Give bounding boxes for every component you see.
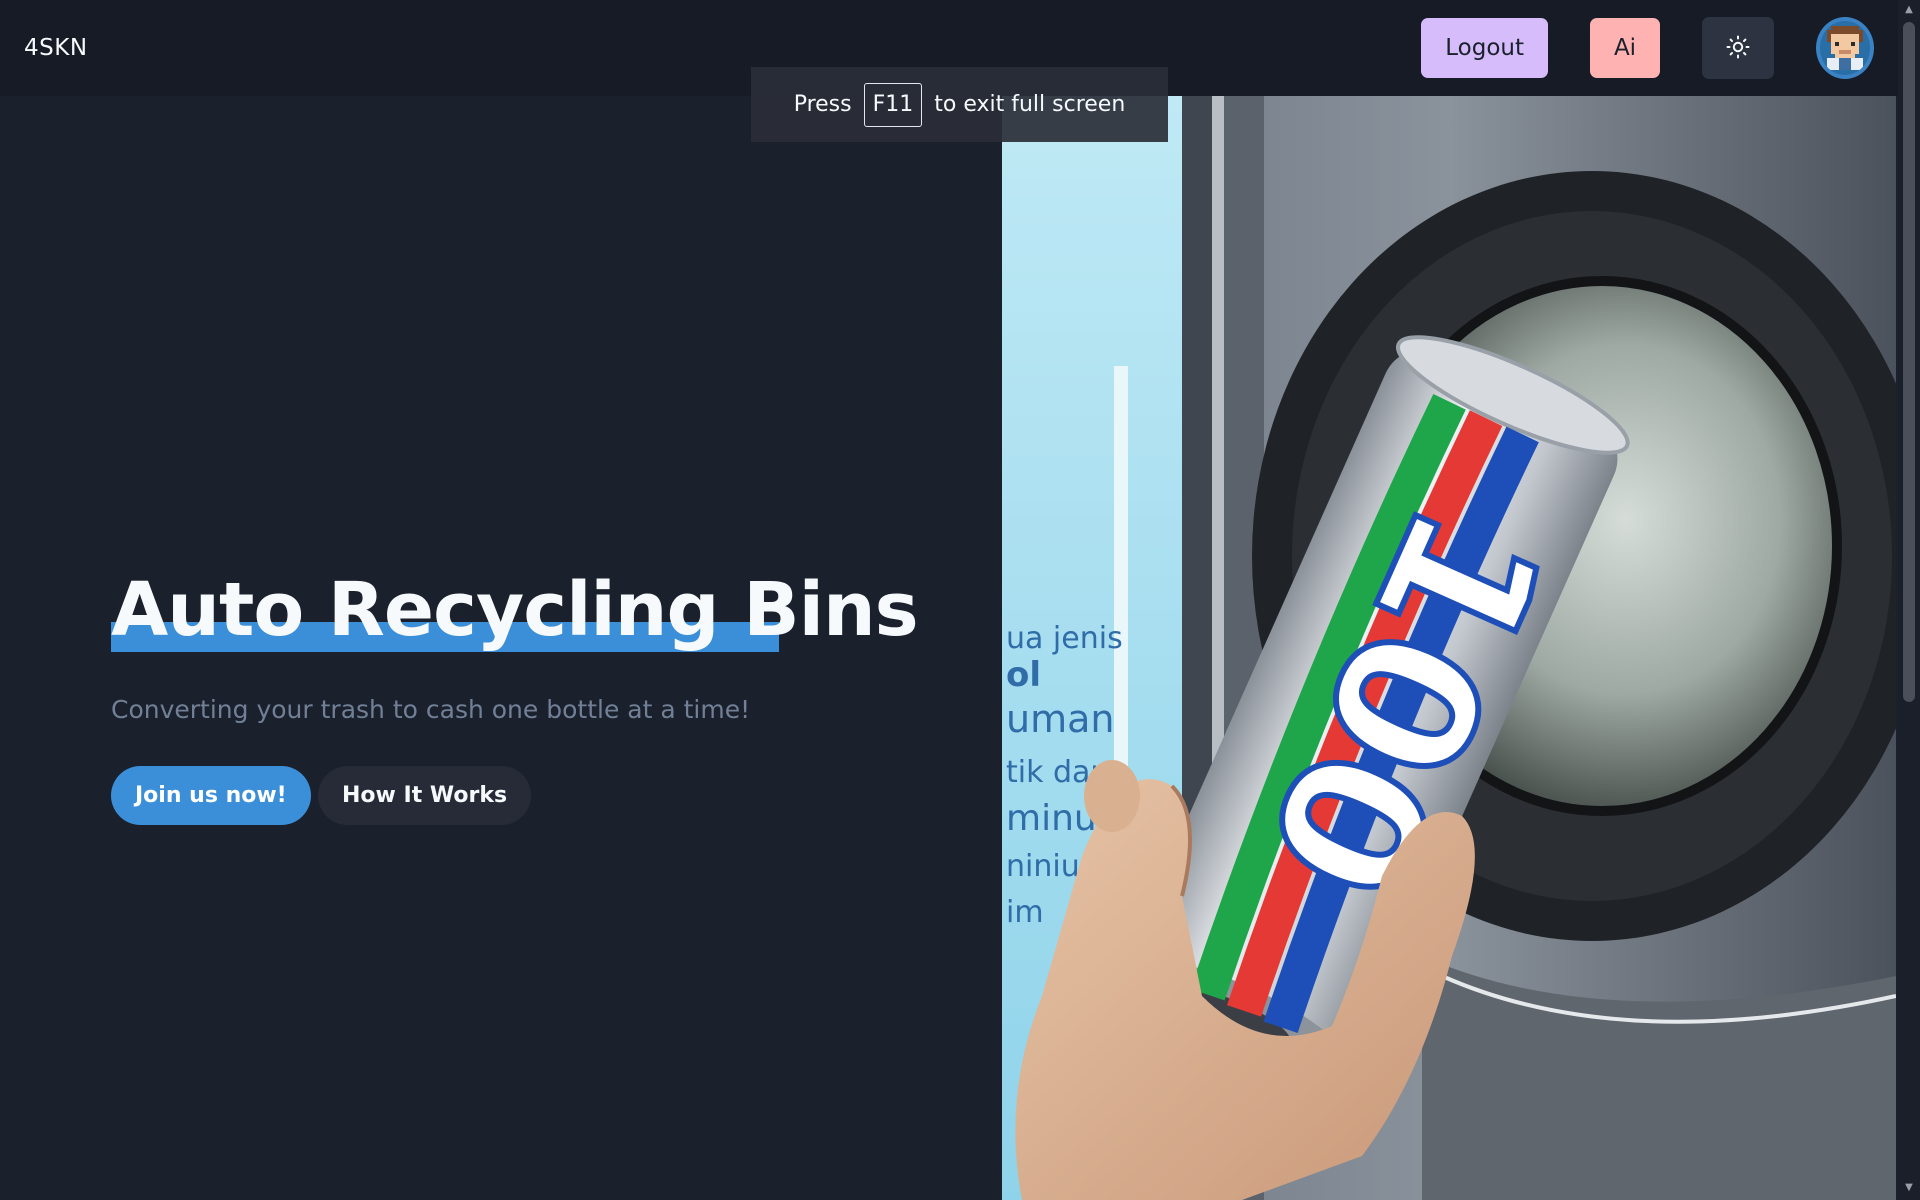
theme-toggle-button[interactable]: [1702, 17, 1774, 79]
recycling-machine-illustration: ua jenis ol uman tik dan minun niniun im: [1002, 96, 1896, 1200]
scroll-down-icon[interactable]: ▼: [1903, 1182, 1915, 1194]
hero-title: Auto Recycling Bins: [111, 567, 919, 653]
toast-suffix: to exit full screen: [934, 92, 1126, 117]
f11-key: F11: [863, 82, 923, 127]
fullscreen-exit-toast: Press F11 to exit full screen: [751, 67, 1168, 142]
logout-button[interactable]: Logout: [1421, 18, 1548, 78]
join-us-button[interactable]: Join us now!: [111, 766, 311, 825]
pixel-avatar-icon: [1823, 21, 1867, 75]
svg-text:uman: uman: [1006, 697, 1114, 741]
hero-image: ua jenis ol uman tik dan minun niniun im: [1002, 96, 1896, 1200]
sun-icon: [1726, 35, 1750, 62]
toast-prefix: Press: [793, 92, 852, 117]
hero-subtitle: Converting your trash to cash one bottle…: [111, 695, 751, 724]
how-it-works-button[interactable]: How It Works: [318, 766, 532, 825]
scroll-up-icon[interactable]: ▲: [1903, 4, 1915, 16]
svg-text:ol: ol: [1006, 655, 1041, 695]
ai-button[interactable]: Ai: [1590, 18, 1660, 78]
svg-text:im: im: [1006, 895, 1044, 930]
user-avatar[interactable]: [1816, 17, 1874, 79]
svg-text:ua jenis: ua jenis: [1006, 621, 1123, 656]
page-scrollbar[interactable]: ▲ ▼: [1898, 0, 1920, 1200]
brand-logo[interactable]: 4SKN: [24, 35, 88, 61]
navbar-actions: Logout Ai: [1421, 17, 1874, 79]
page: 4SKN Logout Ai Press F11 to exit full sc…: [0, 0, 1920, 1200]
scrollbar-thumb[interactable]: [1903, 22, 1915, 702]
